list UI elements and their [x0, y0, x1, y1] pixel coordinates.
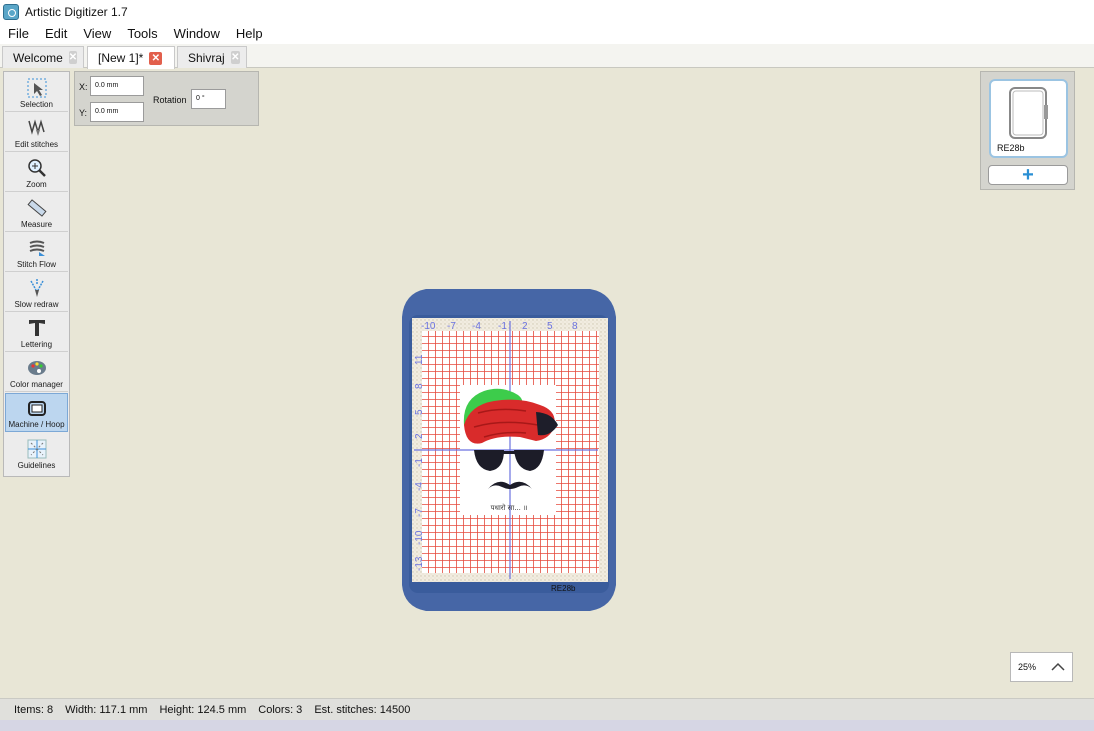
- status-colors: Colors: 3: [258, 703, 303, 716]
- hoop-label: RE28b: [551, 584, 576, 593]
- ruler-tick-label: -4: [414, 482, 425, 491]
- hoop-drawing: पधारो सा... ॥ -10 -7 -4 -1 2 5 8 11 8 5 …: [402, 289, 616, 611]
- selection-arrow-icon: [27, 78, 47, 98]
- window-bottom-edge: [0, 720, 1094, 731]
- ruler-tick-label: -10: [414, 530, 425, 545]
- ruler-tick-label: -7: [414, 508, 425, 517]
- tool-lettering[interactable]: Lettering: [5, 313, 68, 352]
- tool-edit-stitches[interactable]: Edit stitches: [5, 113, 68, 152]
- status-height: Height: 124.5 mm: [159, 703, 247, 716]
- tool-guidelines[interactable]: Guidelines: [5, 433, 68, 472]
- palette-icon: [27, 358, 47, 378]
- menu-edit[interactable]: Edit: [37, 24, 75, 44]
- ruler-tick-label: -1: [498, 321, 507, 332]
- menu-help[interactable]: Help: [228, 24, 271, 44]
- zoom-level: 25%: [1018, 662, 1037, 672]
- status-width: Width: 117.1 mm: [65, 703, 148, 716]
- hoop-preview-icon: [1009, 87, 1048, 139]
- menu-window[interactable]: Window: [166, 24, 228, 44]
- ruler-tick-label: -7: [447, 321, 456, 332]
- menu-tools[interactable]: Tools: [119, 24, 165, 44]
- tab-label: [New 1]*: [98, 51, 144, 65]
- document-tab-bar: Welcome ✕ [New 1]* ✕ Shivraj ✕: [0, 44, 1094, 69]
- tab-new-1[interactable]: [New 1]* ✕: [87, 46, 175, 69]
- tool-palette: Selection Edit stitches Zoom Measure Sti…: [3, 71, 70, 477]
- tab-shivraj[interactable]: Shivraj ✕: [177, 46, 247, 68]
- ruler-tick-label: 2: [522, 321, 528, 332]
- menu-file[interactable]: File: [0, 24, 37, 44]
- magnifier-icon: [27, 158, 47, 178]
- rotation-input[interactable]: 0 °: [191, 89, 226, 109]
- hoop-icon: [27, 398, 47, 418]
- tool-machine-hoop[interactable]: Machine / Hoop: [5, 393, 68, 432]
- tool-stitch-flow[interactable]: Stitch Flow: [5, 233, 68, 272]
- app-logo-icon: [3, 4, 19, 20]
- status-bar: Items: 8 Width: 117.1 mm Height: 124.5 m…: [0, 698, 1094, 720]
- tab-welcome[interactable]: Welcome ✕: [2, 46, 84, 68]
- x-label: X:: [79, 82, 88, 92]
- ruler-tick-label: 5: [414, 409, 425, 415]
- machine-card-re28b[interactable]: RE28b: [989, 79, 1068, 158]
- ruler-tick-label: 2: [414, 433, 425, 439]
- menu-view[interactable]: View: [75, 24, 119, 44]
- hoop-canvas[interactable]: पधारो सा... ॥ -10 -7 -4 -1 2 5 8 11 8 5 …: [400, 287, 618, 613]
- position-properties-panel: X: 0.0 mm Y: 0.0 mm Rotation 0 °: [74, 71, 259, 126]
- close-tab-icon[interactable]: ✕: [149, 51, 163, 65]
- machine-hoop-panel: RE28b +: [980, 71, 1075, 190]
- add-machine-button[interactable]: +: [988, 165, 1068, 185]
- left-ruler: 11 8 5 2 -1 -4 -7 -10 -13: [414, 354, 425, 571]
- tab-label: Welcome: [13, 50, 63, 65]
- status-items: Items: 8: [14, 703, 54, 716]
- slow-redraw-icon: [27, 278, 47, 298]
- tool-selection[interactable]: Selection: [5, 73, 68, 112]
- menu-bar: File Edit View Tools Window Help: [0, 24, 1094, 44]
- ruler-tick-label: 8: [414, 383, 425, 389]
- zoom-control[interactable]: 25%: [1010, 652, 1073, 682]
- chevron-up-icon[interactable]: [1050, 659, 1066, 675]
- stitch-flow-icon: [27, 238, 47, 258]
- tool-slow-redraw[interactable]: Slow redraw: [5, 273, 68, 312]
- rotation-label: Rotation: [153, 95, 187, 105]
- y-position-input[interactable]: 0.0 mm: [90, 102, 144, 122]
- tool-color-manager[interactable]: Color manager: [5, 353, 68, 392]
- title-bar: Artistic Digitizer 1.7: [0, 0, 1094, 24]
- ruler-tick-label: -10: [421, 321, 436, 332]
- status-stitches: Est. stitches: 14500: [314, 703, 411, 716]
- design-caption: पधारो सा... ॥: [491, 503, 528, 512]
- tab-label: Shivraj: [188, 50, 225, 65]
- edit-stitches-icon: [27, 118, 47, 138]
- y-label: Y:: [79, 108, 88, 118]
- x-position-input[interactable]: 0.0 mm: [90, 76, 144, 96]
- ruler-tick-label: -4: [472, 321, 481, 332]
- ruler-tick-label: 5: [547, 321, 553, 332]
- window-title: Artistic Digitizer 1.7: [25, 5, 128, 19]
- close-tab-icon[interactable]: ✕: [68, 51, 78, 64]
- tool-measure[interactable]: Measure: [5, 193, 68, 232]
- close-tab-icon[interactable]: ✕: [230, 51, 240, 64]
- ruler-icon: [26, 198, 47, 218]
- lettering-icon: [27, 318, 47, 338]
- guidelines-icon: [27, 439, 47, 459]
- ruler-tick-label: -13: [414, 556, 425, 571]
- ruler-tick-label: -1: [414, 458, 425, 467]
- tool-zoom[interactable]: Zoom: [5, 153, 68, 192]
- machine-card-name: RE28b: [997, 143, 1025, 153]
- ruler-tick-label: 8: [572, 321, 578, 332]
- ruler-tick-label: 11: [414, 354, 425, 365]
